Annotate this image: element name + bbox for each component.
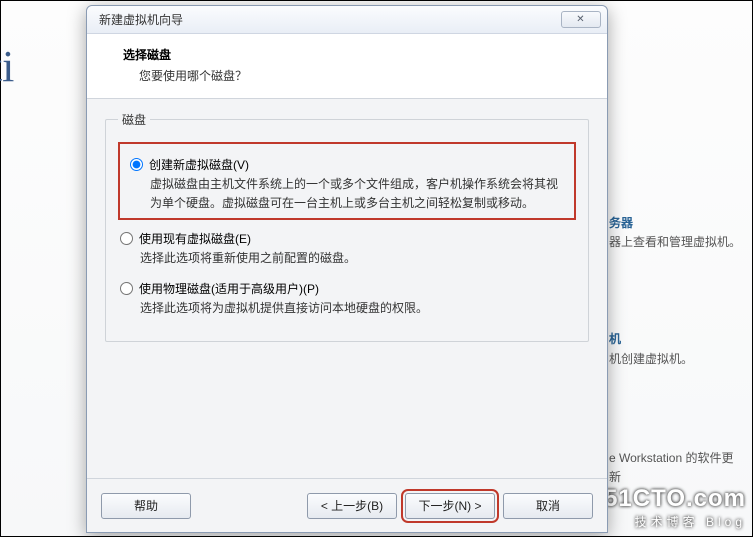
option-use-physical-disk[interactable]: 使用物理磁盘(适用于高级用户)(P)	[118, 280, 576, 297]
option-use-existing-disk[interactable]: 使用现有虚拟磁盘(E)	[118, 230, 576, 247]
side-link-1[interactable]: 务器	[609, 214, 744, 233]
radio-use-existing-disk[interactable]	[120, 232, 133, 245]
host-side-panel: 务器 器上查看和管理虚拟机。 机 机创建虚拟机。 e Workstation 的…	[609, 196, 744, 487]
radio-use-physical-disk[interactable]	[120, 282, 133, 295]
dialog-header: 选择磁盘 您要使用哪个磁盘？	[87, 34, 607, 99]
dialog-footer: 帮助 < 上一步(B) 下一步(N) > 取消	[87, 478, 607, 532]
option-label: 使用现有虚拟磁盘(E)	[139, 230, 251, 247]
cancel-button[interactable]: 取消	[503, 493, 593, 519]
side-link-2[interactable]: 机	[609, 330, 744, 349]
back-button[interactable]: < 上一步(B)	[307, 493, 397, 519]
disk-group-legend: 磁盘	[118, 111, 150, 128]
option-create-new-disk[interactable]: 创建新虚拟磁盘(V)	[128, 156, 566, 173]
disk-group: 磁盘 创建新虚拟磁盘(V) 虚拟磁盘由主机文件系统上的一个或多个文件组成，客户机…	[105, 111, 589, 342]
close-button[interactable]: ✕	[561, 11, 601, 28]
option-desc: 选择此选项将为虚拟机提供直接访问本地硬盘的权限。	[140, 299, 576, 318]
wizard-dialog: 新建虚拟机向导 ✕ 选择磁盘 您要使用哪个磁盘？ 磁盘 创建新虚拟磁盘(V) 虚…	[86, 5, 608, 533]
radio-create-new-disk[interactable]	[130, 158, 143, 171]
watermark-sub: 技术博客 Blog	[604, 513, 746, 530]
option-label: 使用物理磁盘(适用于高级用户)(P)	[139, 280, 319, 297]
close-icon: ✕	[576, 14, 585, 25]
help-button[interactable]: 帮助	[101, 493, 191, 519]
option-desc: 选择此选项将重新使用之前配置的磁盘。	[140, 249, 576, 268]
dialog-content: 磁盘 创建新虚拟磁盘(V) 虚拟磁盘由主机文件系统上的一个或多个文件组成，客户机…	[87, 99, 607, 478]
watermark-main: 51CTO.com	[604, 485, 746, 513]
option-label: 创建新虚拟磁盘(V)	[149, 156, 249, 173]
host-brand-fragment: stati	[0, 41, 14, 92]
dialog-titlebar[interactable]: 新建虚拟机向导 ✕	[87, 6, 607, 34]
header-title: 选择磁盘	[123, 46, 583, 63]
option-desc: 虚拟磁盘由主机文件系统上的一个或多个文件组成，客户机操作系统会将其视为单个硬盘。…	[150, 175, 566, 212]
side-footer-text: e Workstation 的软件更新	[609, 449, 744, 487]
watermark: 51CTO.com 技术博客 Blog	[604, 485, 746, 530]
side-desc-2: 机创建虚拟机。	[609, 350, 744, 369]
dialog-title: 新建虚拟机向导	[99, 11, 561, 28]
side-desc-1: 器上查看和管理虚拟机。	[609, 233, 744, 252]
highlight-selected-option: 创建新虚拟磁盘(V) 虚拟磁盘由主机文件系统上的一个或多个文件组成，客户机操作系…	[118, 142, 576, 220]
header-subtitle: 您要使用哪个磁盘？	[139, 67, 583, 84]
next-button[interactable]: 下一步(N) >	[405, 493, 495, 519]
